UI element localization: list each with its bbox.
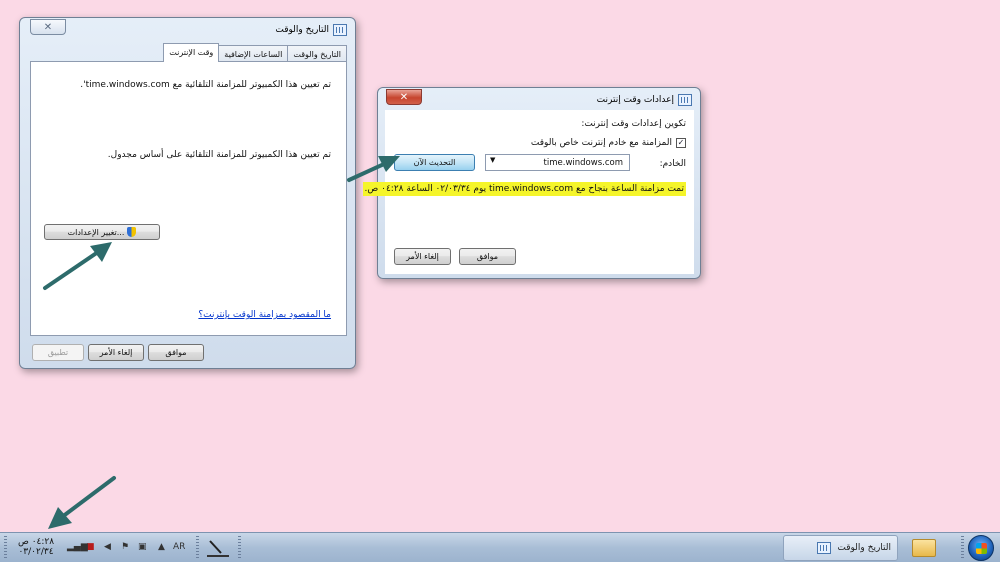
window-title: إعدادات وقت إنترنت <box>597 94 692 106</box>
settings-heading: تكوين إعدادات وقت إنترنت: <box>581 119 686 129</box>
explorer-folder-icon[interactable] <box>912 539 936 557</box>
cancel-button[interactable]: إلغاء الأمر <box>394 248 451 265</box>
window-title: التاريخ والوقت <box>275 24 347 36</box>
show-hidden-icons-icon[interactable]: ▲ <box>158 542 165 552</box>
tablet-input-icon[interactable] <box>207 539 229 557</box>
chevron-down-icon: ▼ <box>490 156 496 164</box>
help-link[interactable]: ما المقصود بمزامنة الوقت بإنترنت؟ <box>198 310 331 320</box>
monitor-icon[interactable]: ▣ <box>138 542 147 552</box>
annotation-arrow-update-now <box>347 156 400 182</box>
taskbar: التاريخ والوقت AR ▲ ▣ ⚑ ◀ ■ ▂▄▆ ٠٤:٢٨ ص … <box>0 532 1000 562</box>
server-label: الخادم: <box>659 159 686 169</box>
update-now-button[interactable]: التحديث الآن <box>394 154 475 171</box>
internet-time-panel: تم تعيين هذا الكمبيوتر للمزامنة التلقائي… <box>30 61 347 336</box>
ok-button[interactable]: موافق <box>459 248 516 265</box>
sync-status-text: تم تعيين هذا الكمبيوتر للمزامنة التلقائي… <box>80 80 331 90</box>
ok-button[interactable]: موافق <box>148 344 204 361</box>
clock-calendar-icon <box>678 94 692 106</box>
annotation-arrow-clock <box>48 476 116 529</box>
clock-calendar-icon <box>817 542 832 554</box>
taskbar-grip <box>961 536 964 560</box>
schedule-status-text: تم تعيين هذا الكمبيوتر للمزامنة التلقائي… <box>107 150 331 160</box>
taskbar-grip <box>238 536 241 560</box>
success-message: تمت مزامنة الساعة بنجاح مع time.windows.… <box>362 182 686 196</box>
uac-shield-icon <box>127 227 137 237</box>
clock-date: ٠٣/٠٢/٣٤ <box>18 547 54 557</box>
cancel-button[interactable]: إلغاء الأمر <box>88 344 144 361</box>
flag-icon[interactable]: ⚑ <box>121 542 129 552</box>
clock-calendar-icon <box>333 24 347 36</box>
taskbar-item-date-time[interactable]: التاريخ والوقت <box>783 535 898 561</box>
server-dropdown[interactable]: time.windows.com ▼ <box>485 154 630 171</box>
volume-icon[interactable]: ◀ <box>104 542 111 552</box>
clock-time: ٠٤:٢٨ ص <box>17 537 55 547</box>
show-desktop-grip[interactable] <box>4 536 7 560</box>
start-button[interactable] <box>968 535 994 561</box>
sync-checkbox[interactable]: ✓ <box>676 138 686 148</box>
internet-time-settings-dialog: ✕ إعدادات وقت إنترنت تكوين إعدادات وقت إ… <box>362 87 701 279</box>
settings-body: تكوين إعدادات وقت إنترنت: ✓ المزامنة مع … <box>362 110 694 274</box>
language-indicator[interactable]: AR <box>173 542 185 552</box>
tab-internet-time[interactable]: وقت الإنترنت <box>163 43 220 62</box>
taskbar-grip <box>196 536 199 560</box>
sync-checkbox-label: المزامنة مع خادم إنترنت خاص بالوقت <box>530 138 672 148</box>
close-button[interactable]: ✕ <box>386 89 422 105</box>
annotation-arrow-change-settings <box>43 242 112 290</box>
apply-button: تطبيق <box>32 344 84 361</box>
network-icon[interactable]: ▂▄▆ <box>67 542 88 552</box>
close-button[interactable]: ✕ <box>30 19 66 35</box>
date-time-dialog: ✕ التاريخ والوقت التاريخ والوقت الساعات … <box>19 17 356 369</box>
taskbar-clock[interactable]: ٠٤:٢٨ ص ٠٣/٠٢/٣٤ <box>16 537 56 557</box>
